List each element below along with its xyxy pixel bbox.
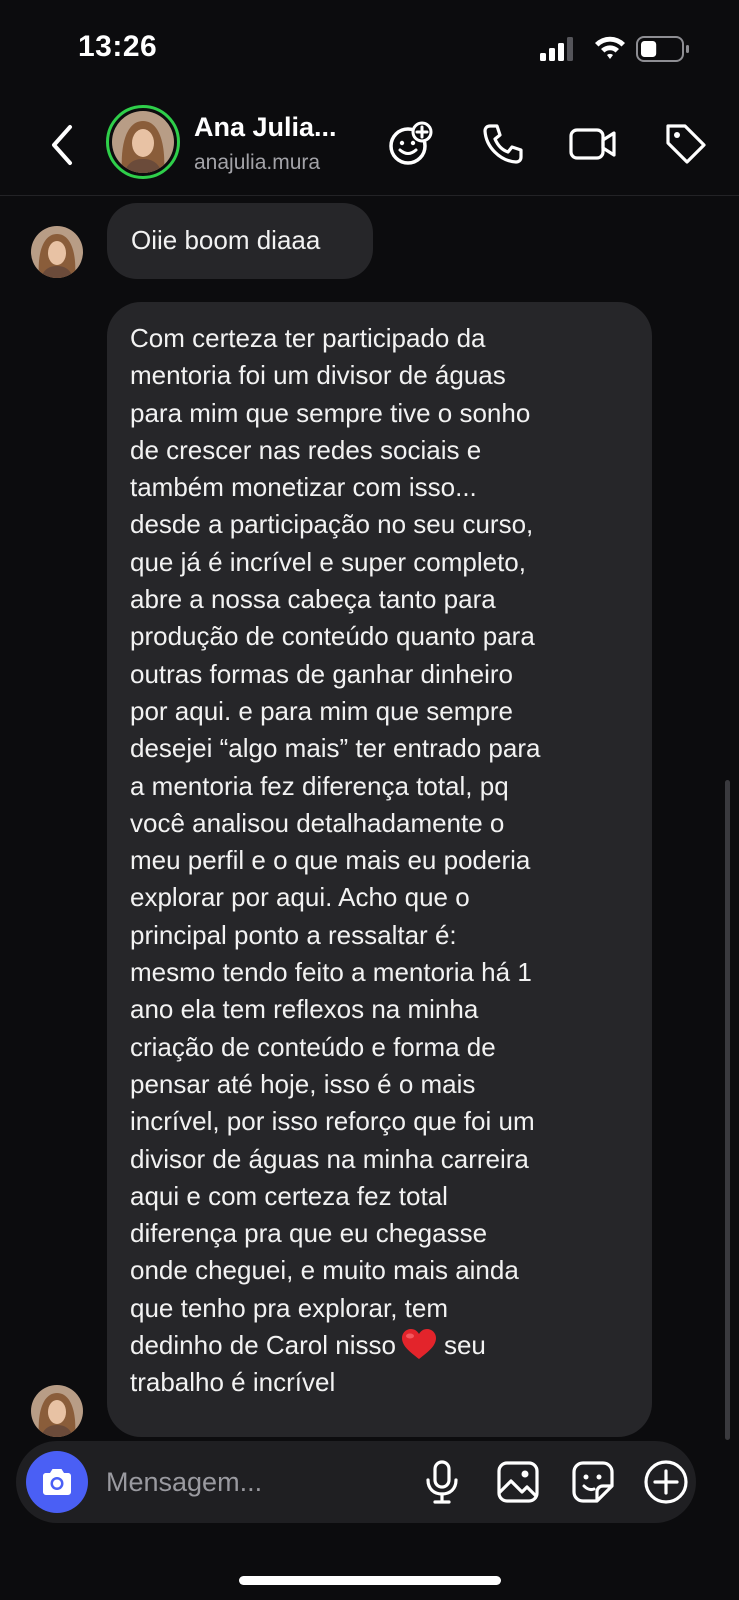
message-bubble[interactable]: Oiie boom diaaa	[107, 203, 373, 279]
video-call-button[interactable]	[566, 117, 620, 171]
gallery-button[interactable]	[491, 1455, 545, 1509]
camera-icon	[43, 1469, 71, 1495]
wifi-icon	[595, 36, 625, 59]
voice-message-button[interactable]	[415, 1455, 469, 1509]
message-text: Com certeza ter participado da mentoria …	[130, 323, 541, 1361]
voice-call-button[interactable]	[476, 117, 530, 171]
avatar-story-ring[interactable]	[106, 105, 180, 179]
contact-username[interactable]: anajulia.mura	[194, 151, 320, 175]
message-bubble[interactable]: Com certeza ter participado da mentoria …	[107, 302, 652, 1437]
plus-circle-icon	[644, 1460, 688, 1504]
back-chevron-icon	[52, 125, 72, 165]
status-time: 13:26	[78, 30, 158, 63]
emoji-add-icon	[389, 121, 433, 165]
message-composer	[16, 1441, 696, 1523]
scrollbar[interactable]	[725, 780, 730, 1440]
avatar	[112, 111, 174, 173]
contact-name[interactable]: Ana Julia...	[194, 112, 337, 143]
camera-button[interactable]	[26, 1451, 88, 1513]
tag-button[interactable]	[659, 117, 713, 171]
message-text: Oiie boom diaaa	[131, 225, 321, 255]
sticker-button[interactable]	[566, 1455, 620, 1509]
gallery-icon	[497, 1461, 539, 1503]
home-indicator[interactable]	[239, 1576, 501, 1585]
red-heart-emoji	[401, 1329, 436, 1360]
chat-header: Ana Julia... anajulia.mura	[0, 95, 739, 196]
back-button[interactable]	[42, 120, 82, 170]
video-camera-icon	[569, 128, 616, 160]
battery-icon	[636, 36, 689, 62]
tag-icon	[666, 124, 706, 164]
message-input[interactable]	[106, 1461, 406, 1503]
sender-avatar[interactable]	[31, 226, 83, 278]
sender-avatar[interactable]	[31, 1385, 83, 1437]
emoji-add-button[interactable]	[383, 117, 437, 171]
more-options-button[interactable]	[639, 1455, 693, 1509]
phone-icon	[483, 124, 523, 164]
sticker-icon	[572, 1461, 614, 1503]
status-bar: 13:26	[0, 0, 739, 95]
cellular-signal-icon	[540, 37, 573, 61]
microphone-icon	[426, 1460, 458, 1504]
